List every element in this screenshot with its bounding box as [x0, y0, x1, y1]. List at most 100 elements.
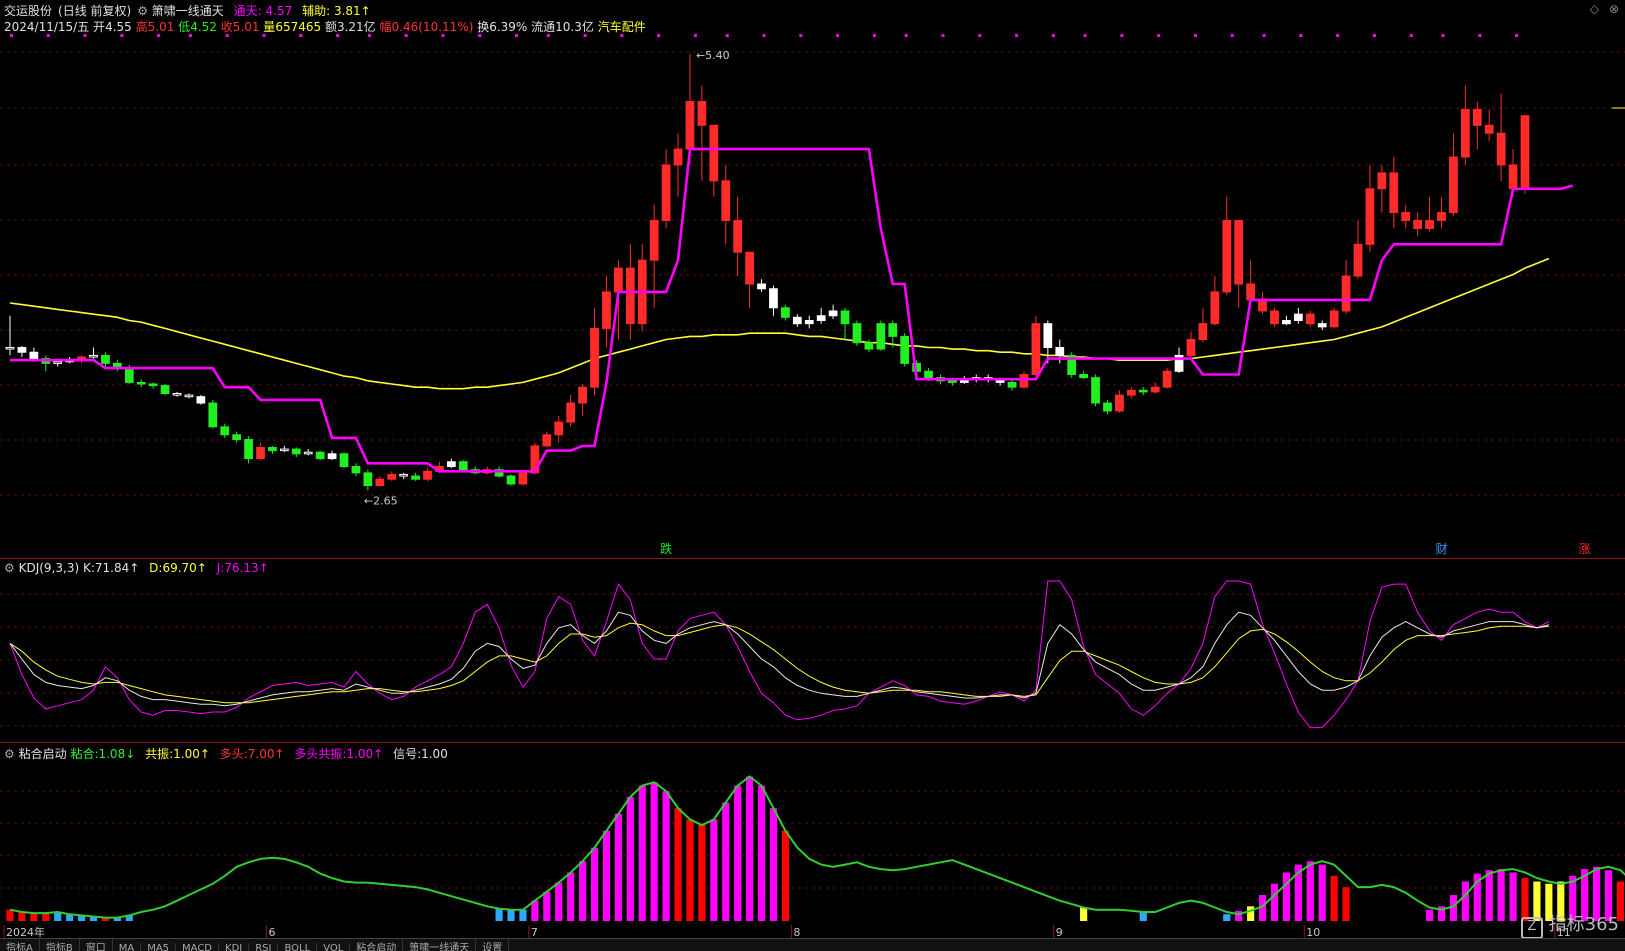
- settings-icon[interactable]: ⚙: [137, 4, 148, 18]
- candlestick-chart[interactable]: ←5.40 ←2.65 跌 财 涨: [0, 0, 1625, 558]
- signal-dot: [1230, 34, 1234, 37]
- candle: [291, 447, 301, 457]
- candle-body: [804, 320, 814, 325]
- candle-body: [697, 100, 707, 126]
- candle-body: [268, 446, 277, 452]
- kdj-panel[interactable]: ⚙ KDJ(9,3,3) K:71.84↑ D:69.70↑ J:76.13↑: [0, 558, 1625, 743]
- high-label: 高: [135, 20, 148, 34]
- kdj-settings-icon[interactable]: ⚙: [4, 561, 15, 575]
- candle: [1126, 387, 1136, 399]
- duotougz-label: 多头共振:: [294, 747, 347, 761]
- candle-body: [1329, 310, 1339, 328]
- candle: [1449, 133, 1458, 216]
- signal-dot: [657, 34, 661, 37]
- candle: [900, 333, 910, 367]
- candle-body: [1103, 402, 1112, 412]
- candle-body: [1079, 373, 1088, 379]
- candle: [590, 307, 599, 396]
- candle: [1341, 260, 1351, 315]
- candle-body: [1019, 373, 1029, 388]
- candle: [1389, 157, 1399, 229]
- xinhao-value: 1.00: [421, 747, 448, 761]
- candle: [733, 196, 743, 277]
- event-label: 财: [1435, 542, 1447, 556]
- nianhe-panel[interactable]: 2024年 6 7 8 9 10 11 ⚙ 粘合启动 粘合:1.08↓ 共振:1.00↑ 多…: [0, 742, 1625, 939]
- signal-dot: [1336, 34, 1340, 37]
- candle-body: [876, 323, 886, 350]
- candle-body: [458, 461, 468, 471]
- kdj-name[interactable]: KDJ(9,3,3): [19, 561, 80, 575]
- candle-body: [1270, 310, 1279, 325]
- candle: [1460, 85, 1470, 165]
- candle: [1437, 196, 1446, 229]
- indicator-tab[interactable]: 箫啸一线通天: [403, 939, 477, 951]
- nianhe-bar: [626, 796, 634, 921]
- x-axis-label: 2024年: [6, 925, 45, 939]
- candle: [1138, 387, 1148, 396]
- candle: [1353, 220, 1363, 280]
- candle: [172, 391, 182, 397]
- nianhe-bar: [1306, 861, 1314, 921]
- event-label: 涨: [1579, 541, 1591, 556]
- candle-body: [1055, 346, 1065, 356]
- nianhe-name[interactable]: 粘合启动: [19, 747, 67, 761]
- logo-text: 指标365: [1548, 914, 1619, 935]
- candle: [1150, 382, 1160, 394]
- nianhe-settings-icon[interactable]: ⚙: [4, 747, 15, 761]
- signal-dot: [1372, 34, 1376, 37]
- candle-body: [1222, 220, 1232, 293]
- nianhe-bar: [42, 913, 50, 921]
- volume-value: 657465: [275, 20, 322, 34]
- candle-body: [781, 307, 790, 318]
- candle-body: [888, 323, 898, 337]
- indicator-tab[interactable]: 窗口: [80, 939, 113, 951]
- kdj-chart[interactable]: [0, 559, 1625, 743]
- signal-dot: [872, 34, 876, 37]
- signal-dot: [1262, 34, 1266, 37]
- nianhe-bar: [734, 785, 742, 921]
- candle: [721, 164, 731, 245]
- signal-dot: [978, 34, 982, 37]
- candle: [1258, 291, 1267, 315]
- signal-dot: [693, 34, 697, 37]
- nianhe-bar: [1509, 872, 1517, 921]
- nianhe-bar: [1330, 875, 1338, 921]
- candle-body: [1472, 108, 1482, 126]
- candle-body: [1449, 156, 1458, 214]
- candle-body: [124, 367, 134, 383]
- nianhe-label: 粘合:: [70, 747, 99, 761]
- candle: [447, 458, 456, 469]
- indicator-tab[interactable]: 设置: [476, 939, 510, 951]
- nianhe-bar: [1282, 872, 1290, 921]
- close-icon[interactable]: ⊗: [1609, 2, 1619, 16]
- candle-body: [29, 351, 39, 360]
- diamond-icon[interactable]: ◇: [1590, 2, 1599, 16]
- candle-body: [578, 386, 587, 404]
- candle-body: [363, 472, 373, 487]
- nianhe-bar: [757, 785, 766, 921]
- nianhe-chart[interactable]: 2024年 6 7 8 9 10 11: [0, 743, 1625, 939]
- indicator-name[interactable]: 箫啸一线通天: [152, 4, 224, 18]
- candle-body: [518, 472, 528, 485]
- indicator-tab[interactable]: 指标B: [40, 939, 80, 951]
- candle-body: [614, 267, 623, 293]
- nianhe-bar: [638, 785, 646, 921]
- nianhe-bar: [650, 782, 658, 921]
- signal-dot: [1193, 34, 1197, 37]
- candle-body: [625, 267, 635, 325]
- candle-body: [160, 385, 170, 395]
- nianhe-bar: [495, 908, 503, 921]
- indicator-tab[interactable]: 指标A: [0, 939, 40, 951]
- candle-body: [1186, 339, 1196, 356]
- candle: [1007, 379, 1017, 391]
- sector-link[interactable]: 汽车配件: [598, 20, 646, 34]
- main-chart-panel[interactable]: ←5.40 ←2.65 跌 财 涨 交运股份 (日线 前复权) ⚙ 箫啸一线通天 通天: 4…: [0, 0, 1625, 558]
- candle: [840, 307, 850, 340]
- indicator-tab[interactable]: 粘合启动: [350, 939, 404, 951]
- candle: [208, 399, 218, 429]
- candle-body: [303, 451, 313, 455]
- fuzhu-value: 3.81↑: [333, 4, 371, 18]
- stock-name[interactable]: 交运股份: [4, 4, 52, 18]
- candle: [566, 395, 576, 427]
- nianhe-bar: [6, 909, 14, 921]
